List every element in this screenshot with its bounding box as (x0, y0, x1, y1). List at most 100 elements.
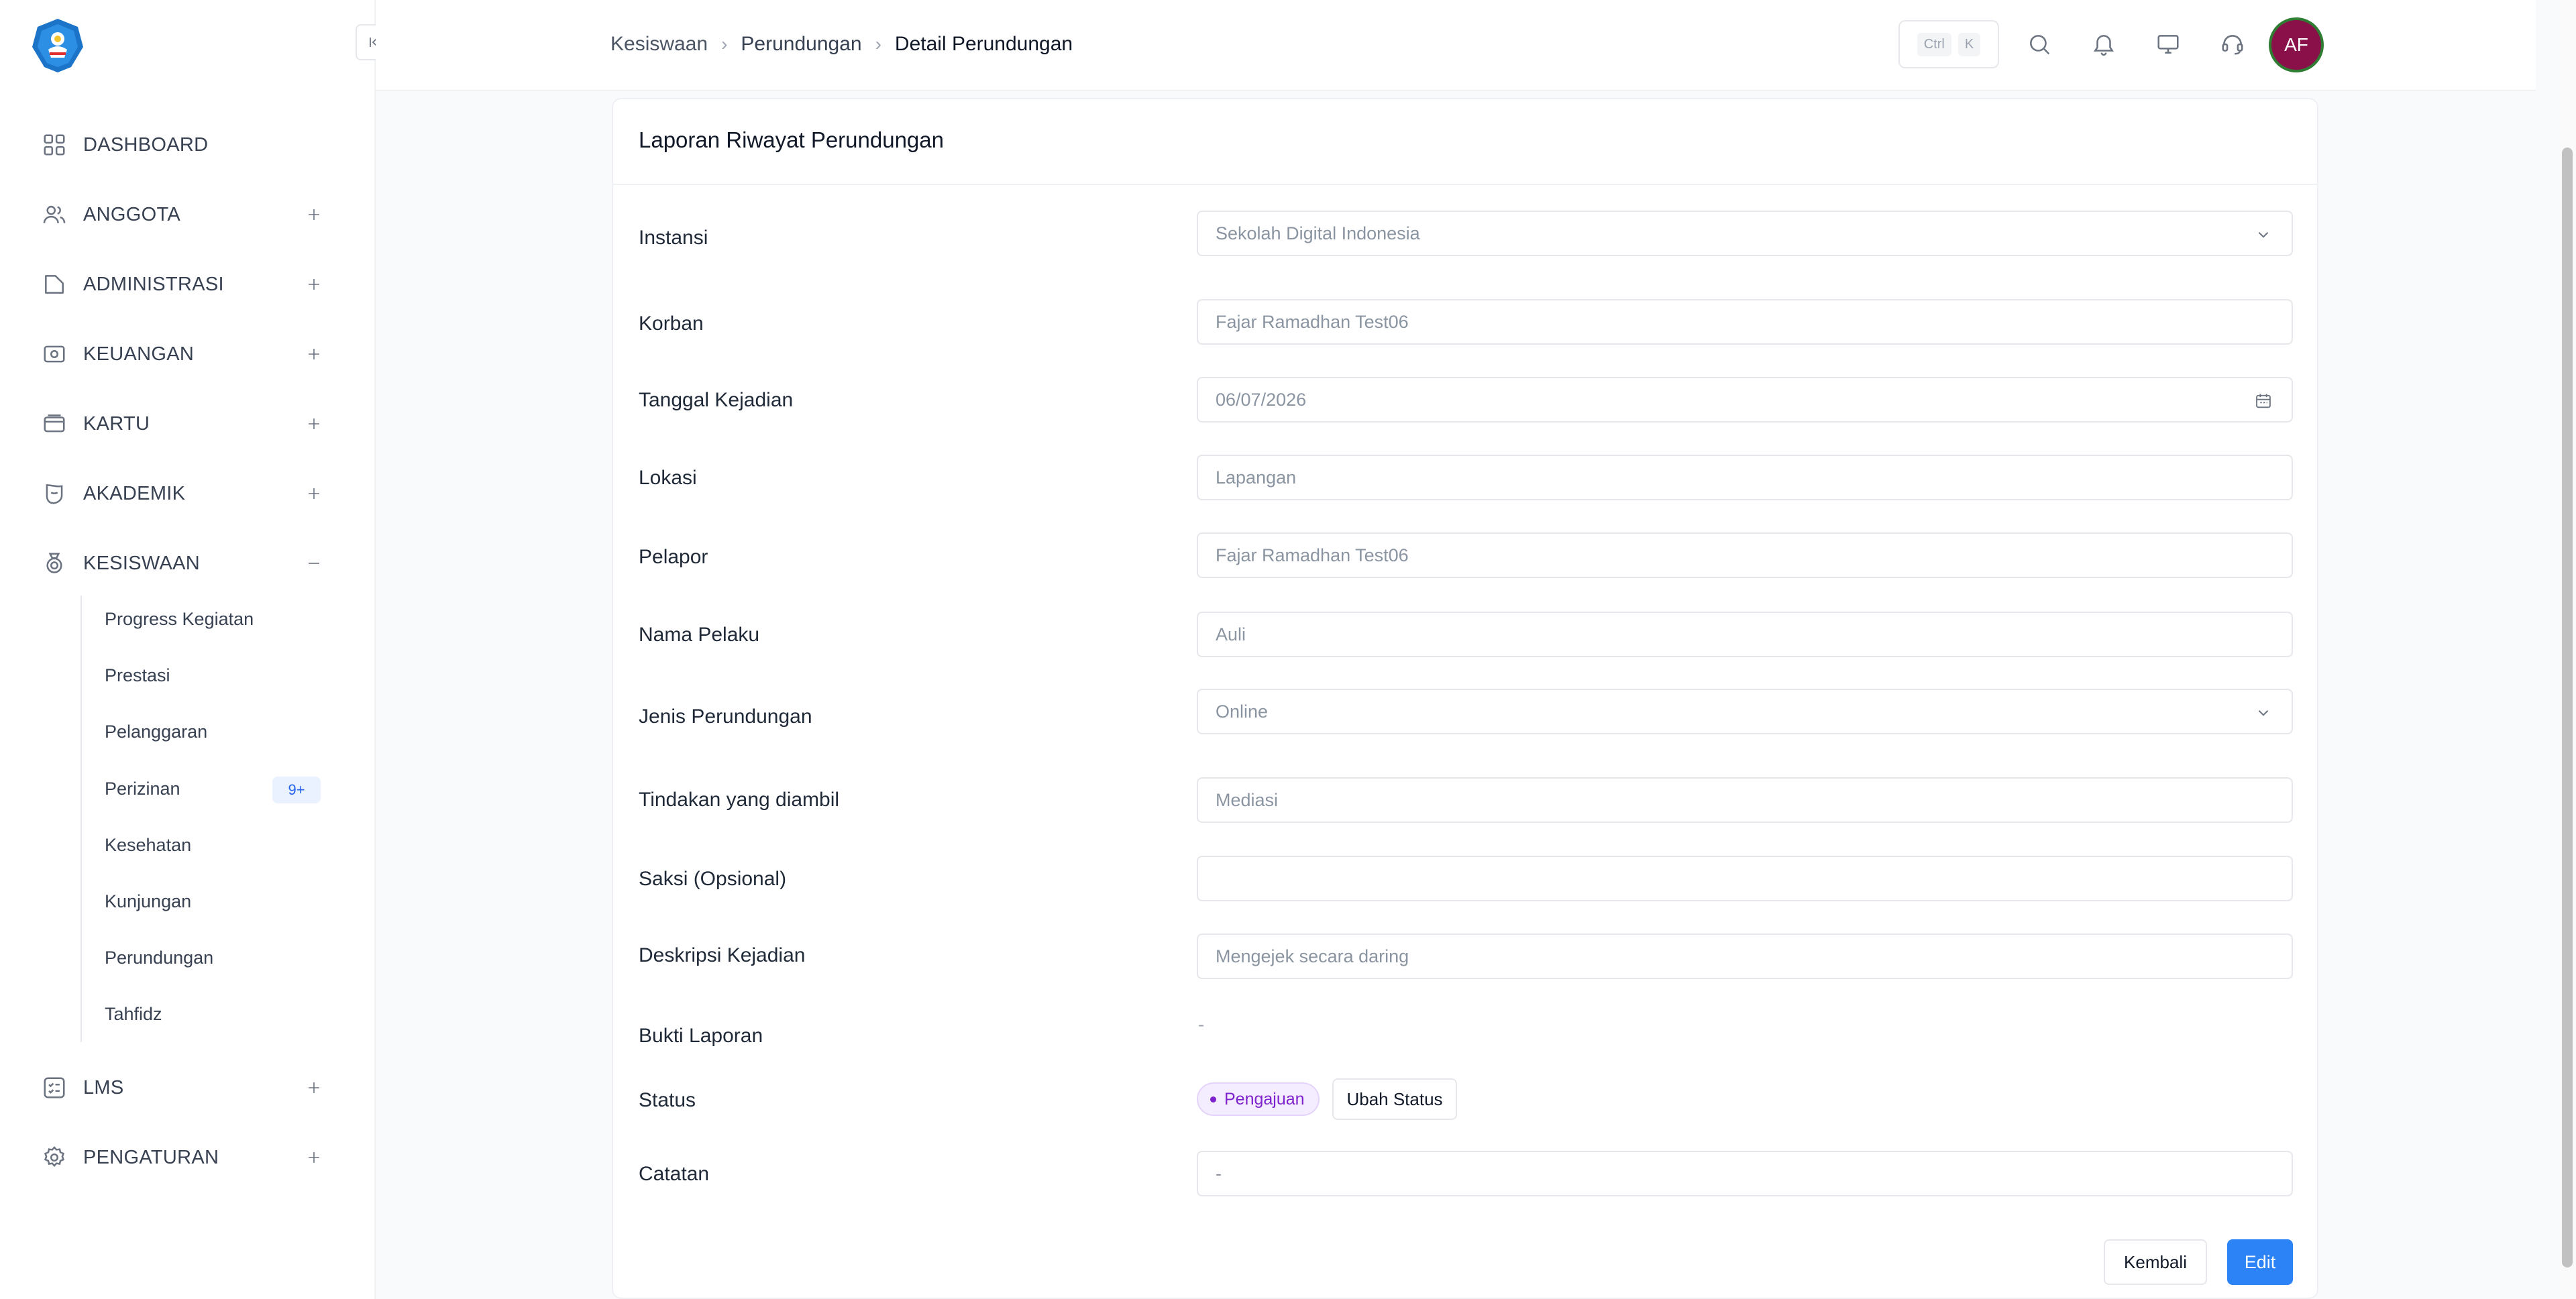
label-catatan: Catatan (639, 1163, 710, 1185)
tanggal-kejadian-field[interactable]: 06/07/2026 (1197, 377, 2293, 422)
label-tindakan: Tindakan yang diambil (639, 789, 840, 811)
catatan-value: - (1216, 1163, 1222, 1184)
pelapor-value: Fajar Ramadhan Test06 (1216, 545, 1409, 565)
sidebar-subitem-prestasi[interactable]: Prestasi (105, 657, 326, 694)
jenis-perundungan-select[interactable]: Online (1197, 689, 2293, 734)
search-icon[interactable] (2022, 27, 2057, 62)
sidebar-item-administrasi[interactable]: ADMINISTRASI (40, 264, 322, 304)
lokasi-field[interactable]: Lapangan (1197, 455, 2293, 500)
medal-icon (40, 549, 68, 577)
sidebar-item-lms[interactable]: LMS (40, 1068, 322, 1108)
sidebar-item-anggota[interactable]: ANGGOTA (40, 194, 322, 235)
sidebar-item-label: KESISWAAN (83, 552, 201, 574)
folder-icon (40, 270, 68, 298)
sidebar-item-pengaturan[interactable]: PENGATURAN (40, 1137, 322, 1178)
deskripsi-kejadian-field[interactable]: Mengejek secara daring (1197, 934, 2293, 979)
tindakan-value: Mediasi (1216, 789, 1279, 810)
expand-plus-icon[interactable] (301, 271, 327, 298)
label-tanggal-kejadian: Tanggal Kejadian (639, 389, 794, 411)
chevron-right-icon: › (875, 34, 881, 54)
page-scrollbar[interactable] (2559, 0, 2576, 1299)
deskripsi-kejadian-value: Mengejek secara daring (1216, 946, 1409, 966)
label-nama-pelaku: Nama Pelaku (639, 624, 760, 646)
checklist-icon (40, 1074, 68, 1102)
sidebar-item-label: KEUANGAN (83, 343, 195, 365)
expand-plus-icon[interactable] (301, 341, 327, 368)
expand-plus-icon[interactable] (301, 1074, 327, 1101)
monitor-icon[interactable] (2151, 27, 2186, 62)
sidebar-item-label: DASHBOARD (83, 133, 209, 156)
instansi-value: Sekolah Digital Indonesia (1216, 223, 1420, 243)
users-icon (40, 201, 68, 229)
user-avatar[interactable]: AF (2271, 20, 2321, 70)
status-badge: Pengajuan (1197, 1082, 1320, 1116)
scrollbar-thumb[interactable] (2562, 148, 2573, 1267)
gear-icon (40, 1143, 68, 1172)
sidebar: DASHBOARD ANGGOTA ADMINISTRASI KEUANGAN (0, 0, 376, 1299)
label-bukti-laporan: Bukti Laporan (639, 1025, 763, 1047)
expand-plus-icon[interactable] (301, 1144, 327, 1171)
chevron-right-icon: › (721, 34, 728, 54)
sidebar-item-label: KARTU (83, 412, 150, 435)
sidebar-subitem-pelanggaran[interactable]: Pelanggaran (105, 713, 326, 750)
subnav-divider (80, 596, 82, 1042)
lokasi-value: Lapangan (1216, 467, 1297, 488)
pelapor-field[interactable]: Fajar Ramadhan Test06 (1197, 532, 2293, 578)
breadcrumb-detail-perundungan: Detail Perundungan (894, 33, 1073, 55)
saksi-field[interactable] (1197, 856, 2293, 901)
sidebar-item-kartu[interactable]: KARTU (40, 404, 322, 444)
instansi-select[interactable]: Sekolah Digital Indonesia (1197, 211, 2293, 256)
support-headset-icon[interactable] (2215, 27, 2250, 62)
label-jenis-perundungan: Jenis Perundungan (639, 705, 812, 728)
perizinan-count-badge: 9+ (272, 777, 321, 803)
calendar-icon[interactable] (2253, 390, 2274, 412)
label-lokasi: Lokasi (639, 467, 697, 489)
sidebar-subitem-kesehatan[interactable]: Kesehatan (105, 826, 326, 864)
bukti-laporan-value: - (1198, 1014, 1205, 1035)
ctrl-key: Ctrl (1917, 32, 1951, 56)
bell-icon[interactable] (2086, 27, 2121, 62)
sidebar-item-kesiswaan[interactable]: KESISWAAN (40, 543, 322, 583)
sidebar-subitem-tahfidz[interactable]: Tahfidz (105, 995, 326, 1033)
expand-plus-icon[interactable] (301, 480, 327, 507)
dashboard-icon (40, 131, 68, 159)
edit-button[interactable]: Edit (2227, 1239, 2293, 1285)
sidebar-item-keuangan[interactable]: KEUANGAN (40, 334, 322, 374)
sidebar-item-label: AKADEMIK (83, 482, 186, 504)
sidebar-subitem-perundungan[interactable]: Perundungan (105, 939, 326, 976)
breadcrumb-kesiswaan[interactable]: Kesiswaan (610, 33, 708, 56)
tindakan-field[interactable]: Mediasi (1197, 777, 2293, 823)
sidebar-item-dashboard[interactable]: DASHBOARD (40, 125, 322, 165)
status-value: Pengajuan (1224, 1089, 1305, 1109)
sidebar-item-label: LMS (83, 1076, 124, 1098)
chevron-down-icon (2253, 224, 2274, 245)
sidebar-subitem-progress-kegiatan[interactable]: Progress Kegiatan (105, 600, 326, 638)
label-status: Status (639, 1089, 696, 1111)
school-logo-icon[interactable] (30, 17, 86, 74)
sidebar-item-label: PENGATURAN (83, 1146, 219, 1168)
label-korban: Korban (639, 313, 704, 335)
korban-field[interactable]: Fajar Ramadhan Test06 (1197, 299, 2293, 345)
sidebar-item-label: ADMINISTRASI (83, 273, 224, 295)
nama-pelaku-field[interactable]: Auli (1197, 612, 2293, 657)
ubah-status-button[interactable]: Ubah Status (1332, 1078, 1457, 1120)
money-icon (40, 340, 68, 368)
nama-pelaku-value: Auli (1216, 624, 1246, 644)
kembali-button[interactable]: Kembali (2104, 1239, 2207, 1285)
label-saksi: Saksi (Opsional) (639, 868, 787, 890)
expand-plus-icon[interactable] (301, 201, 327, 228)
card-header: Laporan Riwayat Perundungan (613, 99, 2317, 185)
collapse-minus-icon[interactable] (301, 550, 327, 577)
sidebar-item-akademik[interactable]: AKADEMIK (40, 473, 322, 514)
expand-plus-icon[interactable] (301, 410, 327, 437)
sidebar-subitem-kunjungan[interactable]: Kunjungan (105, 883, 326, 920)
command-search-shortcut[interactable]: Ctrl K (1898, 20, 1999, 68)
breadcrumb-perundungan[interactable]: Perundungan (741, 33, 861, 56)
jenis-perundungan-value: Online (1216, 701, 1269, 722)
card-icon (40, 410, 68, 438)
breadcrumb: Kesiswaan › Perundungan › Detail Perundu… (610, 30, 1073, 59)
top-bar: Kesiswaan › Perundungan › Detail Perundu… (376, 0, 2536, 91)
label-instansi: Instansi (639, 227, 708, 249)
catatan-field[interactable]: - (1197, 1151, 2293, 1196)
card-title: Laporan Riwayat Perundungan (639, 127, 944, 152)
